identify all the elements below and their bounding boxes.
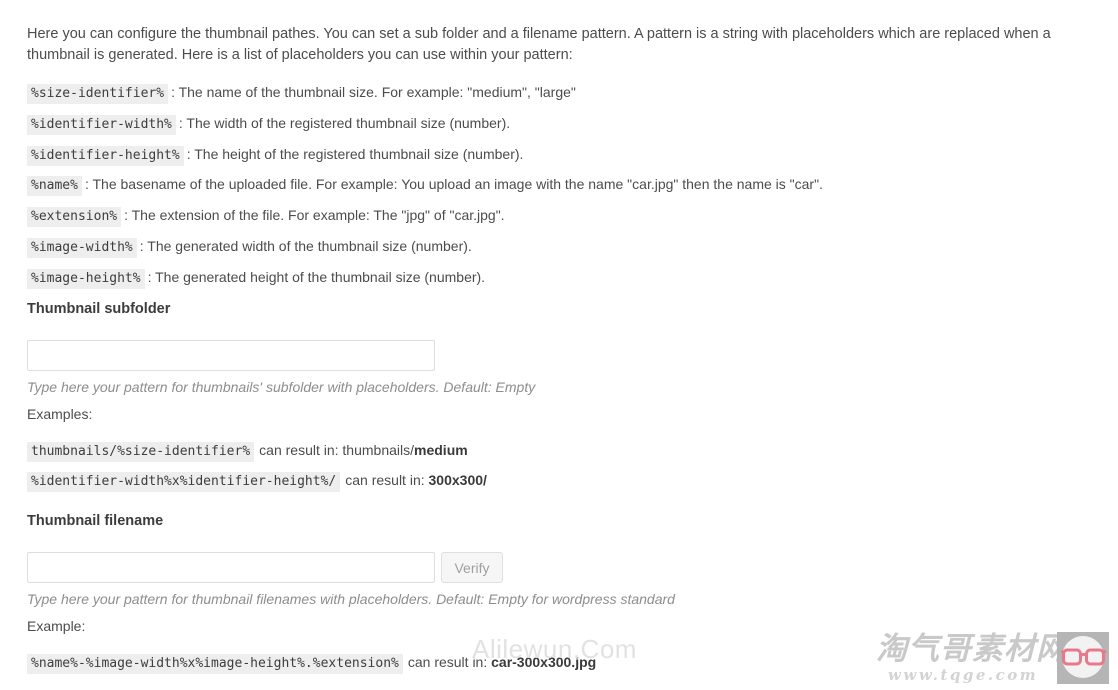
placeholder-item: %extension%: The extension of the file. …: [27, 205, 1097, 228]
sunglasses-icon: [1061, 648, 1107, 666]
placeholder-description: : The basename of the uploaded file. For…: [84, 176, 823, 193]
placeholder-code: %extension%: [27, 207, 122, 228]
placeholder-description: : The name of the thumbnail size. For ex…: [171, 84, 576, 100]
placeholder-code: %image-width%: [27, 237, 137, 258]
settings-page: Here you can configure the thumbnail pat…: [0, 0, 1118, 690]
example-pattern-code: thumbnails/%size-identifier%: [27, 442, 255, 462]
example-result-value: car-300x300.jpg: [491, 654, 597, 670]
subfolder-examples-label: Examples:: [27, 406, 93, 422]
placeholder-code: %size-identifier%: [27, 84, 169, 104]
watermark-logo-chinese-text: 淘气哥素材网: [876, 631, 1068, 667]
example-pattern-code: %identifier-width%x%identifier-height%/: [27, 472, 341, 492]
example-result-value: medium: [414, 442, 468, 458]
thumbnail-subfolder-input[interactable]: [27, 340, 435, 371]
filename-example-row: %name%-%image-width%x%image-height%.%ext…: [27, 652, 596, 674]
placeholder-code: %identifier-height%: [27, 145, 184, 166]
placeholder-list: %size-identifier%: The name of the thumb…: [27, 82, 1097, 298]
placeholder-item: %size-identifier%: The name of the thumb…: [27, 82, 1097, 104]
placeholder-item: %image-height%: The generated height of …: [27, 267, 1097, 289]
thumbnail-filename-hint: Type here your pattern for thumbnail fil…: [27, 591, 675, 607]
placeholder-description: : The width of the registered thumbnail …: [178, 114, 511, 131]
subfolder-example-row: %identifier-width%x%identifier-height%/c…: [27, 470, 487, 492]
placeholder-item: %name%: The basename of the uploaded fil…: [27, 174, 1097, 197]
watermark-badge-circle: [1062, 636, 1104, 678]
example-result-value: 300x300/: [428, 472, 487, 488]
watermark-badge: [1057, 632, 1109, 684]
placeholder-item: %identifier-height%: The height of the r…: [27, 144, 1097, 166]
placeholder-item: %identifier-width%: The width of the reg…: [27, 113, 1097, 135]
placeholder-description: : The generated width of the thumbnail s…: [139, 237, 472, 254]
placeholder-item: %image-width%: The generated width of th…: [27, 236, 1097, 258]
thumbnail-filename-input[interactable]: [27, 552, 435, 583]
filename-examples-label: Example:: [27, 618, 86, 634]
placeholder-code: %image-height%: [27, 268, 145, 289]
example-pattern-code: %name%-%image-width%x%image-height%.%ext…: [27, 654, 403, 674]
placeholder-description: : The height of the registered thumbnail…: [186, 145, 524, 162]
watermark-logo-url-text: www.tqge.com: [888, 666, 1039, 684]
thumbnail-filename-label: Thumbnail filename: [27, 513, 164, 529]
example-result-prefix: can result in:: [345, 472, 429, 488]
example-result-prefix: can result in: thumbnails/: [259, 442, 415, 458]
intro-paragraph: Here you can configure the thumbnail pat…: [27, 26, 1051, 63]
placeholder-description: : The extension of the file. For example…: [124, 207, 505, 224]
site-watermark-logo: 淘气哥素材网 www.tqge.com: [876, 632, 1114, 686]
placeholder-code: %identifier-width%: [27, 114, 176, 135]
subfolder-example-row: thumbnails/%size-identifier% can result i…: [27, 440, 468, 462]
example-result-prefix: can result in:: [407, 654, 492, 670]
thumbnail-subfolder-hint: Type here your pattern for thumbnails' s…: [27, 379, 536, 395]
placeholder-description: : The generated height of the thumbnail …: [147, 268, 486, 285]
verify-button[interactable]: Verify: [441, 552, 503, 583]
placeholder-code: %name%: [27, 176, 82, 197]
thumbnail-subfolder-label: Thumbnail subfolder: [27, 301, 171, 317]
